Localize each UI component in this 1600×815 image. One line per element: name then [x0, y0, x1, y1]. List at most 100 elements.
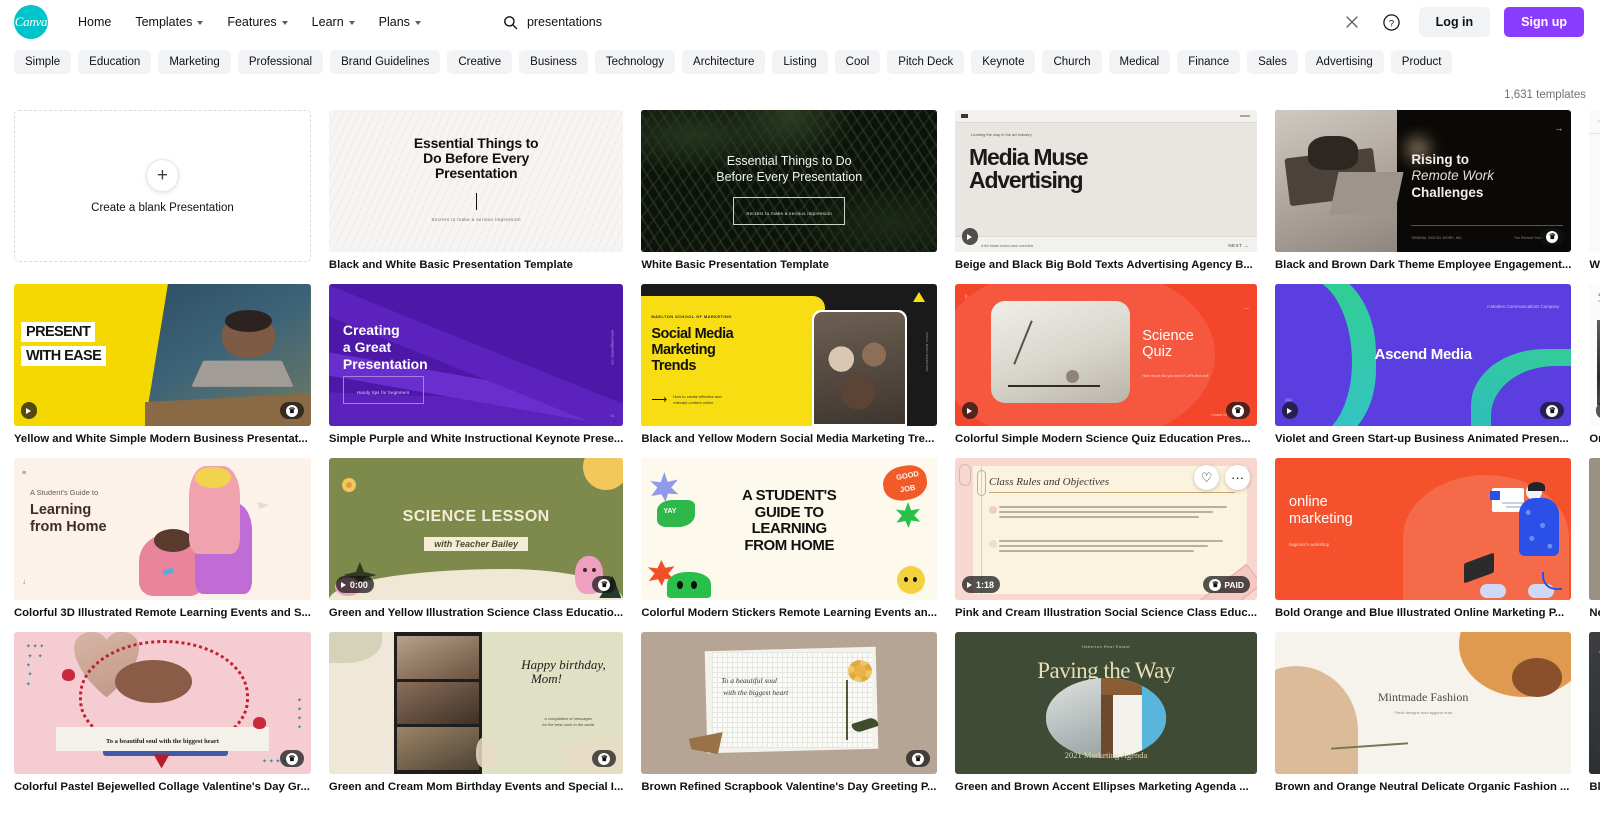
template-cell: A Modern Communications Company Ascend M…	[1275, 284, 1571, 446]
filter-chip-professional[interactable]: Professional	[238, 50, 323, 74]
template-title: Orange and Black Abstract Visual Arts Cl…	[1589, 432, 1600, 446]
category-filter-bar: Simple Education Marketing Professional Bran…	[0, 44, 1600, 84]
template-thumbnail[interactable]: Organization Name Reporting OnOur Progre…	[1589, 632, 1600, 774]
template-thumbnail[interactable]: Life and Letters Work Talk 2021 ContentS…	[1589, 110, 1600, 252]
template-thumbnail[interactable]: onlinemarketing beginner's workshop	[1275, 458, 1571, 600]
top-navigation-bar: Canva Home Templates Features Learn Plan…	[0, 0, 1600, 44]
filter-chip-church[interactable]: Church	[1042, 50, 1101, 74]
template-thumbnail[interactable]: A Modern Communications Company Ascend M…	[1275, 284, 1571, 426]
heart-icon[interactable]: ♡	[1194, 465, 1219, 490]
pro-badge: ♛	[592, 576, 616, 593]
play-badge[interactable]	[1282, 402, 1298, 419]
filter-chip-education[interactable]: Education	[78, 50, 151, 74]
template-thumbnail[interactable]: Happy birthday, Mom! a compilation of me…	[329, 632, 623, 774]
nav-item-plans[interactable]: Plans	[369, 9, 431, 35]
create-blank-label: Create a blank Presentation	[91, 202, 234, 214]
filter-chip-business[interactable]: Business	[519, 50, 588, 74]
filter-chip-technology[interactable]: Technology	[595, 50, 675, 74]
chevron-down-icon	[282, 21, 288, 25]
filter-chip-creative[interactable]: Creative	[447, 50, 512, 74]
template-thumbnail[interactable]: Haberton Real Estate Paving the Way 2021…	[955, 632, 1257, 774]
play-icon	[967, 408, 972, 414]
template-title: Yellow and White Simple Modern Business …	[14, 432, 311, 446]
nav-label: Templates	[135, 15, 192, 29]
template-title: Pink and Cream Illustration Social Scien…	[955, 606, 1257, 620]
filter-chip-finance[interactable]: Finance	[1177, 50, 1240, 74]
crown-icon: ♛	[1546, 405, 1558, 417]
template-title: White and Orange Content Strategy Profes…	[1589, 258, 1600, 272]
template-title: Colorful Simple Modern Science Quiz Educ…	[955, 432, 1257, 446]
filter-chip-cool[interactable]: Cool	[835, 50, 881, 74]
nav-item-home[interactable]: Home	[68, 9, 121, 35]
nav-item-templates[interactable]: Templates	[125, 9, 213, 35]
filter-chip-listing[interactable]: Listing	[772, 50, 827, 74]
filter-chip-pitch-deck[interactable]: Pitch Deck	[887, 50, 964, 74]
filter-chip-simple[interactable]: Simple	[14, 50, 71, 74]
search-icon	[503, 15, 518, 30]
filter-chip-advertising[interactable]: Advertising	[1305, 50, 1384, 74]
header-actions: ? Log in Sign up	[1339, 7, 1586, 37]
template-thumbnail[interactable]: Capsule Eastside Learning Academy TERMSA…	[1589, 284, 1600, 426]
template-thumbnail[interactable]: SCIENCE LESSON with Teacher Bailey 0:00♛	[329, 458, 623, 600]
template-thumbnail[interactable]: Essential Things to DoBefore Every Prese…	[641, 110, 937, 252]
template-title: Bold Orange and Blue Illustrated Online …	[1275, 606, 1571, 620]
paid-badge: ♛PAID	[1203, 576, 1250, 593]
crown-icon: ♛	[598, 579, 610, 591]
template-thumbnail[interactable]: To a beautiful soul with the biggest hea…	[14, 632, 311, 774]
play-duration-badge[interactable]: 1:18	[962, 576, 1000, 593]
play-icon	[341, 582, 346, 588]
play-badge[interactable]	[21, 402, 37, 419]
template-thumbnail[interactable]: Leading the way in the ad industry Media…	[955, 110, 1257, 252]
template-thumbnail[interactable]: A STUDENT'SGUIDE TOLEARNINGFROM HOME YAY…	[641, 458, 937, 600]
template-cell: Organization Name Reporting OnOur Progre…	[1589, 632, 1600, 794]
signup-button[interactable]: Sign up	[1504, 7, 1584, 37]
canva-logo[interactable]: Canva	[14, 5, 48, 39]
more-options-icon[interactable]: ···	[1225, 465, 1250, 490]
template-title: Neutral Beige Couple Anniversary Scrapbo…	[1589, 606, 1600, 620]
nav-item-features[interactable]: Features	[217, 9, 297, 35]
create-blank-presentation-button[interactable]: + Create a blank Presentation	[14, 110, 311, 262]
play-duration-badge[interactable]: 0:00	[336, 576, 374, 593]
card-hover-actions: ♡ ···	[1194, 465, 1250, 490]
crown-icon: ♛	[1232, 405, 1244, 417]
help-button[interactable]: ?	[1379, 9, 1405, 35]
pro-badge: ♛	[592, 750, 616, 767]
nav-label: Learn	[312, 15, 344, 29]
filter-chip-marketing[interactable]: Marketing	[158, 50, 231, 74]
template-thumbnail[interactable]: Essential Things toDo Before EveryPresen…	[329, 110, 623, 252]
clear-search-button[interactable]	[1339, 9, 1365, 35]
nav-item-learn[interactable]: Learn	[302, 9, 365, 35]
template-cell: ≡ A Student's Guide to Learningfrom Home…	[14, 458, 311, 620]
template-thumbnail[interactable]: ScienceQuiz How much did you learn? Let'…	[955, 284, 1257, 426]
filter-chip-product[interactable]: Product	[1391, 50, 1453, 74]
template-thumbnail[interactable]: Creatinga GreatPresentation Handy tips f…	[329, 284, 623, 426]
template-grid: + Create a blank Presentation Essential …	[0, 106, 1600, 794]
play-badge[interactable]	[962, 228, 978, 245]
filter-chip-brand-guidelines[interactable]: Brand Guidelines	[330, 50, 440, 74]
template-thumbnail[interactable]: ≡ A Student's Guide to Learningfrom Home…	[14, 458, 311, 600]
filter-chip-medical[interactable]: Medical	[1109, 50, 1171, 74]
template-thumbnail[interactable]: The Story of Us how I met my soulmate	[1589, 458, 1600, 600]
search-input[interactable]	[527, 15, 1047, 29]
filter-chip-keynote[interactable]: Keynote	[971, 50, 1035, 74]
pro-badge: ♛	[1226, 402, 1250, 419]
filter-chip-sales[interactable]: Sales	[1247, 50, 1298, 74]
login-button[interactable]: Log in	[1419, 7, 1491, 37]
template-count-label: 1,631 templates	[1504, 89, 1586, 101]
template-thumbnail[interactable]: Class Rules and Objectives 1:18♛PAID ♡ ·…	[955, 458, 1257, 600]
chevron-down-icon	[349, 21, 355, 25]
template-thumbnail[interactable]: MAELTON SCHOOL OF MARKETING Social Media…	[641, 284, 937, 426]
play-duration-label: 0:00	[350, 580, 368, 590]
filter-chip-architecture[interactable]: Architecture	[682, 50, 765, 74]
template-thumbnail[interactable]: To a beautiful soul with the biggest hea…	[641, 632, 937, 774]
template-thumbnail[interactable]: → Rising toRemote WorkChallenges SEMINAL…	[1275, 110, 1571, 252]
help-circle-icon: ?	[1382, 13, 1401, 32]
crown-icon: ♛	[1209, 579, 1221, 591]
template-thumbnail[interactable]: Mintmade Fashion Fresh designs from bygo…	[1275, 632, 1571, 774]
template-thumbnail[interactable]: PRESENT WITH EASE ♛	[14, 284, 311, 426]
play-badge[interactable]	[962, 402, 978, 419]
template-title: Black and Brown Dark Theme Employee Enga…	[1275, 258, 1571, 272]
template-cell: Creatinga GreatPresentation Handy tips f…	[329, 284, 623, 446]
template-cell: onlinemarketing beginner's workshop Bold…	[1275, 458, 1571, 620]
template-cell: The Story of Us how I met my soulmate Ne…	[1589, 458, 1600, 620]
